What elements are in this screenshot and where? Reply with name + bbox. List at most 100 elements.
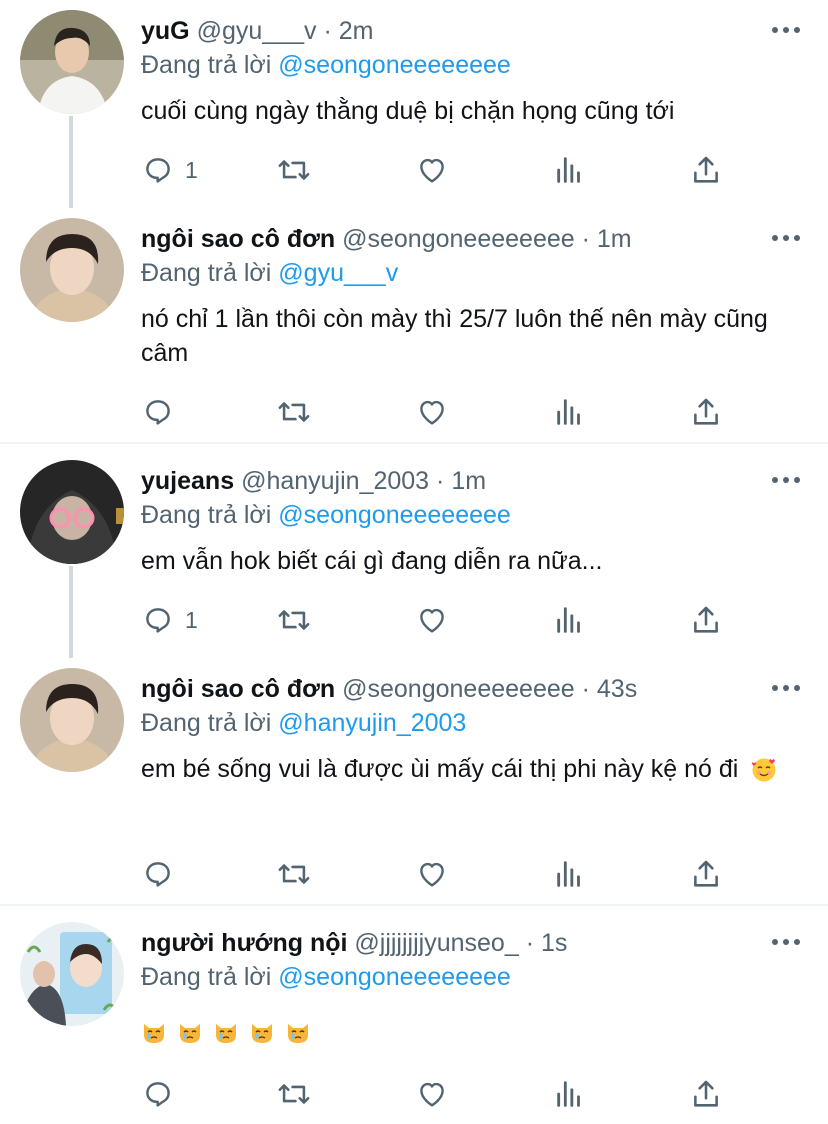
mention-link[interactable]: @hanyujin_2003 [278,709,466,737]
avatar[interactable] [20,922,124,1026]
display-name[interactable]: ngôi sao cô đơn [141,225,335,253]
mention-link[interactable]: @seongoneeeeeeee [278,51,511,79]
tweet-text: nó chỉ 1 lần thôi còn mày thì 25/7 luôn … [141,305,768,367]
reply-icon [146,158,170,183]
more-options-icon[interactable] [772,939,800,945]
tweet-header: yuG @gyu___v · 2m [141,16,373,46]
retweet-button[interactable] [275,600,313,640]
like-button[interactable] [415,854,449,894]
more-options-icon[interactable] [772,477,800,483]
analytics-button[interactable] [553,854,587,894]
mention-link[interactable]: @seongoneeeeeeee [278,963,511,991]
share-icon [694,398,718,425]
avatar[interactable] [20,668,124,772]
mention-link[interactable]: @gyu___v [278,259,398,287]
tweet-5[interactable]: người hướng nội @jjjjjjjjyunseo_ · 1s Đa… [0,912,828,1124]
timestamp[interactable]: 43s [597,675,637,703]
retweet-icon [278,864,310,884]
display-name[interactable]: yujeans [141,467,234,495]
reply-count: 1 [185,156,198,183]
replying-to: Đang trả lời @seongoneeeeeeee [141,50,511,80]
handle[interactable]: @gyu___v [197,17,317,45]
analytics-button[interactable] [553,600,587,640]
crying-cat-face-icon [288,1024,308,1044]
analytics-button[interactable] [553,150,587,190]
tweet-header: yujeans @hanyujin_2003 · 1m [141,466,486,496]
tweet-3[interactable]: yujeans @hanyujin_2003 · 1m Đang trả lời… [0,450,828,658]
heart-icon [420,608,444,633]
tweet-1[interactable]: yuG @gyu___v · 2m Đang trả lời @seongone… [0,0,828,208]
avatar[interactable] [20,460,124,564]
analytics-icon [557,861,580,887]
reply-button[interactable] [141,854,185,894]
more-options-icon[interactable] [772,235,800,241]
more-options-icon[interactable] [772,27,800,33]
separator-dot: · [581,675,590,703]
reply-count: 1 [185,606,198,633]
timestamp[interactable]: 1m [597,225,632,253]
share-button[interactable] [689,392,723,432]
share-button[interactable] [689,1074,723,1114]
analytics-button[interactable] [553,1074,587,1114]
action-bar [141,392,781,432]
analytics-button[interactable] [553,392,587,432]
retweet-button[interactable] [275,1074,313,1114]
tweet-text-body: em bé sống vui là được ùi mấy cái thị ph… [141,755,739,783]
share-button[interactable] [689,600,723,640]
replying-to: Đang trả lời @seongoneeeeeeee [141,962,511,992]
thread-line [69,116,73,208]
avatar[interactable] [20,218,124,322]
timestamp[interactable]: 1m [451,467,486,495]
timestamp[interactable]: 1s [541,929,567,957]
tweet-4[interactable]: ngôi sao cô đơn @seongoneeeeeeee · 43s Đ… [0,658,828,904]
handle[interactable]: @jjjjjjjjyunseo_ [354,929,518,957]
display-name[interactable]: người hướng nội [141,929,347,957]
separator-dot: · [436,467,445,495]
mention-link[interactable]: @seongoneeeeeeee [278,501,511,529]
like-button[interactable] [415,392,449,432]
timestamp[interactable]: 2m [339,17,374,45]
like-button[interactable] [415,1074,449,1114]
tweet-emoji-row [141,1014,791,1048]
reply-button[interactable]: 1 [141,150,198,190]
display-name[interactable]: yuG [141,17,190,45]
handle[interactable]: @seongoneeeeeeee [342,225,575,253]
separator-dot: · [323,17,332,45]
replying-to: Đang trả lời @gyu___v [141,258,398,288]
heart-icon [420,158,444,183]
action-bar: 1 [141,600,781,640]
retweet-button[interactable] [275,854,313,894]
tweet-header: ngôi sao cô đơn @seongoneeeeeeee · 43s [141,674,637,704]
more-options-icon[interactable] [772,685,800,691]
tweet-2[interactable]: ngôi sao cô đơn @seongoneeeeeeee · 1m Đa… [0,208,828,442]
thread-line [69,566,73,658]
thread-divider [0,904,828,906]
separator-dot: · [581,225,590,253]
handle[interactable]: @hanyujin_2003 [241,467,429,495]
crying-cat-face-icon [144,1024,164,1044]
thread-divider [0,442,828,444]
like-button[interactable] [415,150,449,190]
share-button[interactable] [689,854,723,894]
like-button[interactable] [415,600,449,640]
avatar[interactable] [20,10,124,114]
display-name[interactable]: ngôi sao cô đơn [141,675,335,703]
action-bar: 1 [141,150,781,190]
action-bar [141,854,781,894]
share-icon [694,1080,718,1107]
share-button[interactable] [689,150,723,190]
retweet-button[interactable] [275,392,313,432]
handle[interactable]: @seongoneeeeeeee [342,675,575,703]
reply-button[interactable] [141,1074,185,1114]
separator-dot: · [525,929,535,957]
retweet-button[interactable] [275,150,313,190]
reply-button[interactable]: 1 [141,600,198,640]
reply-button[interactable] [141,392,185,432]
retweet-icon [278,402,310,422]
share-icon [694,860,718,887]
reply-prefix: Đang trả lời [141,963,272,991]
crying-cat-face-icon [252,1024,272,1044]
share-icon [694,606,718,633]
reply-icon [146,862,170,887]
reply-prefix: Đang trả lời [141,501,272,529]
